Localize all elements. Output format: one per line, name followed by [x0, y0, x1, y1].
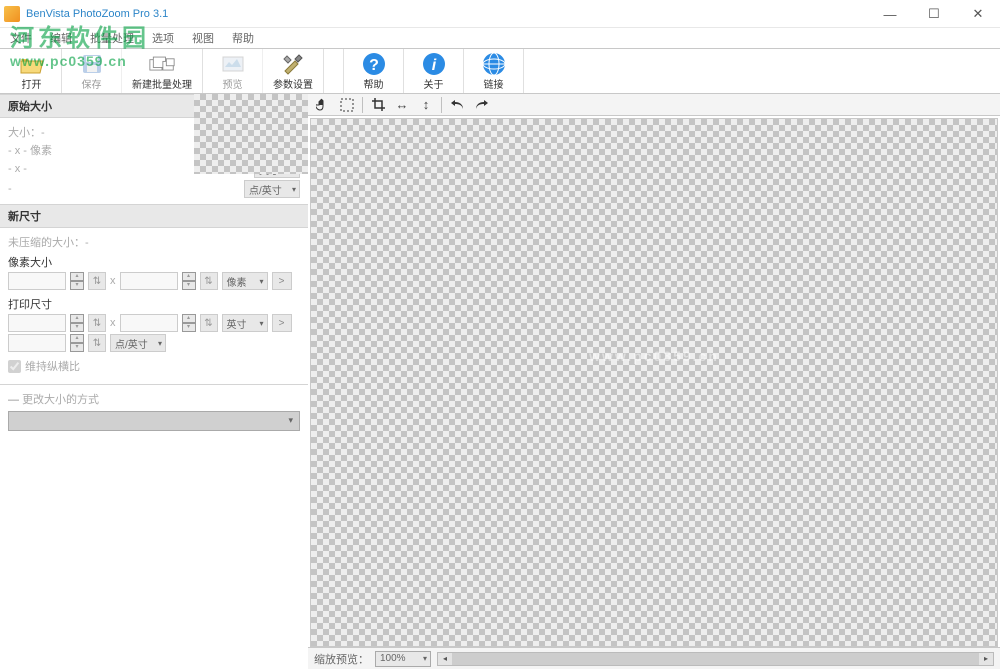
flip-vertical-tool[interactable]: ↕ [415, 95, 437, 115]
menu-help[interactable]: 帮助 [228, 28, 258, 48]
pixel-size-label: 像素大小 [8, 254, 300, 270]
zoom-label: 缩放预览： [314, 651, 369, 667]
window-title: BenVista PhotoZoom Pro 3.1 [26, 8, 168, 20]
flip-horizontal-tool[interactable]: ↔ [391, 95, 413, 115]
help-label: 帮助 [364, 76, 384, 91]
app-icon [4, 6, 20, 22]
print-h-down[interactable]: ▾ [182, 323, 196, 332]
pixel-width-input[interactable] [8, 272, 66, 290]
links-label: 链接 [484, 76, 504, 91]
menu-options[interactable]: 选项 [148, 28, 178, 48]
help-icon: ? [361, 51, 387, 76]
scroll-left-arrow[interactable]: ◂ [438, 653, 452, 665]
left-panel: 原始大小 大小：- - x - 像素 - x - 英寸 - 点/英寸 新尺寸 未… [0, 94, 308, 669]
crop-tool[interactable] [367, 95, 389, 115]
preview-icon [220, 51, 246, 76]
redo-button[interactable] [470, 95, 492, 115]
print-go-button[interactable]: > [272, 314, 292, 332]
dpi-down[interactable]: ▾ [70, 343, 84, 352]
save-button: 保存 [62, 49, 122, 93]
menu-edit[interactable]: 编辑 [46, 28, 76, 48]
original-inches: - x - [8, 163, 27, 175]
pixel-link2-button[interactable]: ⇅ [200, 272, 218, 290]
links-button[interactable]: 链接 [464, 49, 524, 93]
batch-button[interactable]: 新建批量处理 [122, 49, 203, 93]
batch-icon [149, 51, 175, 76]
about-button[interactable]: i 关于 [404, 49, 464, 93]
print-w-up[interactable]: ▴ [70, 314, 84, 323]
pixel-w-up[interactable]: ▴ [70, 272, 84, 281]
preview-label: 预览 [223, 76, 243, 91]
horizontal-scrollbar[interactable]: ◂ ▸ [437, 652, 994, 666]
print-w-down[interactable]: ▾ [70, 323, 84, 332]
minimize-button[interactable]: — [868, 0, 912, 28]
resize-method-label: 更改大小的方式 [22, 394, 99, 406]
print-h-up[interactable]: ▴ [182, 314, 196, 323]
settings-button[interactable]: 参数设置 [263, 49, 324, 93]
menu-file[interactable]: 文件 [6, 28, 36, 48]
pixel-w-down[interactable]: ▾ [70, 281, 84, 290]
main-canvas[interactable]: www.pc0359.cn [310, 118, 998, 647]
menubar: 文件 编辑 批量处理 选项 视图 帮助 [0, 28, 1000, 48]
unit-dpi-combo[interactable]: 点/英寸 [244, 180, 300, 198]
resize-method-combo[interactable] [8, 411, 300, 431]
preview-thumbnail [194, 94, 308, 174]
open-label: 打开 [22, 76, 42, 91]
print-link-button[interactable]: ⇅ [88, 314, 106, 332]
tools-icon [280, 51, 306, 76]
print-height-input[interactable] [120, 314, 178, 332]
folder-open-icon [19, 51, 45, 76]
aspect-ratio-checkbox[interactable] [8, 360, 21, 373]
dpi-up[interactable]: ▴ [70, 334, 84, 343]
canvas-toolbar: ↔ ↕ [308, 94, 1000, 116]
pixel-h-down[interactable]: ▾ [182, 281, 196, 290]
svg-text:i: i [431, 57, 436, 74]
print-size-label: 打印尺寸 [8, 296, 300, 312]
titlebar: BenVista PhotoZoom Pro 3.1 — ☐ ✕ [0, 0, 1000, 28]
pixel-unit-combo[interactable]: 像素 [222, 272, 268, 290]
print-width-input[interactable] [8, 314, 66, 332]
svg-text:?: ? [369, 57, 379, 74]
about-label: 关于 [424, 76, 444, 91]
canvas-area: ↔ ↕ www.pc0359.cn 缩放预览： 100% ◂ ▸ [308, 94, 1000, 669]
marquee-tool[interactable] [336, 95, 358, 115]
settings-label: 参数设置 [273, 76, 313, 91]
pixel-go-button[interactable]: > [272, 272, 292, 290]
dpi-unit-combo[interactable]: 点/英寸 [110, 334, 166, 352]
preview-button: 预览 [203, 49, 263, 93]
print-unit-combo[interactable]: 英寸 [222, 314, 268, 332]
pixel-height-input[interactable] [120, 272, 178, 290]
undo-button[interactable] [446, 95, 468, 115]
menu-batch[interactable]: 批量处理 [86, 28, 138, 48]
statusbar: 缩放预览： 100% ◂ ▸ [308, 647, 1000, 669]
new-size-header: 新尺寸 [0, 204, 308, 228]
canvas-watermark: www.pc0359.cn [589, 348, 719, 364]
zoom-combo[interactable]: 100% [375, 651, 431, 667]
pixel-link-button[interactable]: ⇅ [88, 272, 106, 290]
maximize-button[interactable]: ☐ [912, 0, 956, 28]
main-toolbar: 打开 保存 新建批量处理 预览 参数设置 ? 帮助 i 关于 [0, 48, 1000, 94]
uncompressed-size: 未压缩的大小：- [8, 234, 300, 250]
menu-view[interactable]: 视图 [188, 28, 218, 48]
dpi-link-button[interactable]: ⇅ [88, 334, 106, 352]
aspect-ratio-label: 维持纵横比 [25, 358, 80, 374]
dpi-input[interactable] [8, 334, 66, 352]
batch-label: 新建批量处理 [132, 76, 192, 91]
hand-tool[interactable] [312, 95, 334, 115]
info-icon: i [421, 51, 447, 76]
close-button[interactable]: ✕ [956, 0, 1000, 28]
save-icon [79, 51, 105, 76]
open-button[interactable]: 打开 [2, 49, 62, 93]
save-label: 保存 [82, 76, 102, 91]
pixel-h-up[interactable]: ▴ [182, 272, 196, 281]
scroll-thumb[interactable] [452, 653, 979, 665]
help-button[interactable]: ? 帮助 [344, 49, 404, 93]
print-link2-button[interactable]: ⇅ [200, 314, 218, 332]
globe-icon [481, 51, 507, 76]
scroll-right-arrow[interactable]: ▸ [979, 653, 993, 665]
